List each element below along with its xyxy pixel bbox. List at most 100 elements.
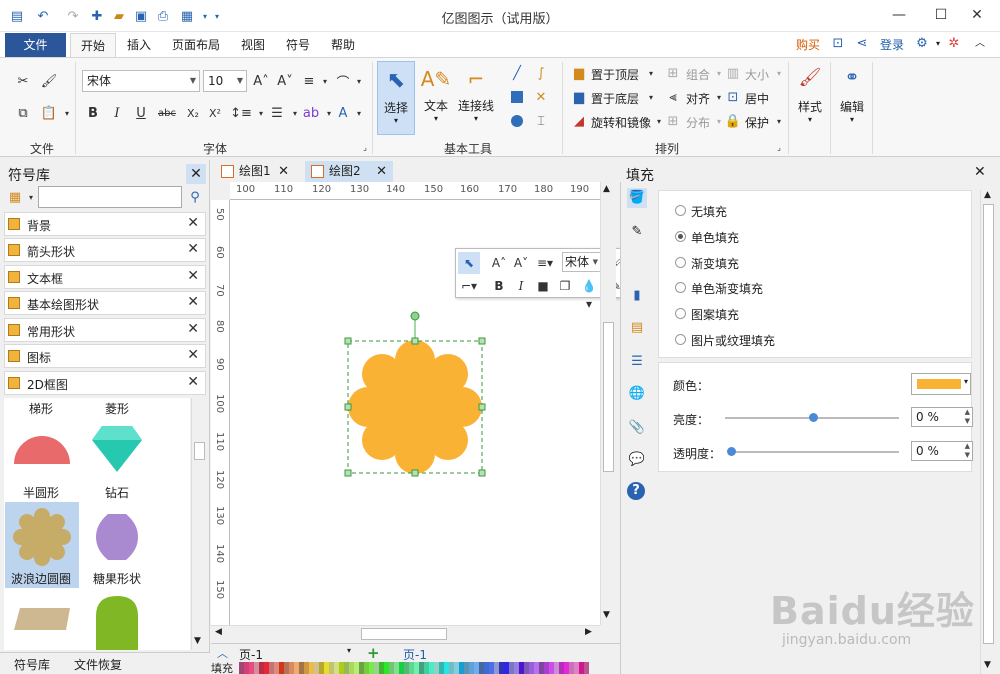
semicircle-shape[interactable] <box>12 432 72 466</box>
close-icon[interactable]: ✕ <box>187 321 199 337</box>
tab-symbol-library[interactable]: 符号库 <box>14 656 50 673</box>
library-category[interactable]: 基本绘图形状 ✕ <box>4 291 206 315</box>
close-icon[interactable]: ✕ <box>187 374 199 390</box>
text-tool-button[interactable]: A✎ 文本 ▾ <box>418 61 454 135</box>
shadow-icon[interactable]: ❐ <box>556 277 574 295</box>
radio-pattern-fill[interactable] <box>675 308 686 319</box>
underline-icon[interactable]: U <box>132 104 150 122</box>
candy-shape[interactable] <box>92 508 142 566</box>
align-icon[interactable]: ⫷ <box>664 88 682 106</box>
trapezoid-shape[interactable] <box>12 606 72 632</box>
library-category[interactable]: 2D框图 ✕ <box>4 371 206 395</box>
scroll-right-icon[interactable]: ▶ <box>585 627 592 637</box>
chevron-down-icon[interactable]: ▾ <box>347 646 351 655</box>
page-up-icon[interactable]: ︿ <box>217 645 228 661</box>
font-name-select[interactable]: 宋体 ▼ <box>82 70 200 92</box>
tab-help[interactable]: 帮助 <box>322 33 364 57</box>
canvas-vertical-scrollbar[interactable]: ▲ ▼ <box>600 182 616 625</box>
align-label[interactable]: 对齐 <box>686 90 710 107</box>
distribute-icon[interactable]: ⊞ <box>664 112 682 130</box>
scroll-down-icon[interactable]: ▼ <box>984 660 991 670</box>
center-label[interactable]: 居中 <box>745 90 769 107</box>
share-screen-icon[interactable]: ⊡ <box>830 36 846 52</box>
align-text-icon[interactable]: ≡▾ <box>536 254 554 272</box>
center-icon[interactable]: ⊡ <box>724 88 742 106</box>
arc-tool-icon[interactable]: ∫ <box>532 64 550 82</box>
add-page-icon[interactable]: + <box>367 644 380 662</box>
font-color-dropdown-icon[interactable]: ▾ <box>350 104 368 122</box>
hyperlink-globe-icon[interactable]: 🌐 <box>627 384 647 404</box>
settings-gear-icon[interactable]: ⚙ <box>914 36 930 52</box>
send-back-label[interactable]: 置于底层 <box>591 90 639 107</box>
rounded-tab-shape[interactable] <box>94 594 140 650</box>
shadow-panel-icon[interactable]: ▮ <box>627 286 647 306</box>
pointer-icon[interactable]: ⬉ <box>458 252 480 274</box>
connector-tool-button[interactable]: ⌐ 连接线 ▾ <box>456 61 496 135</box>
close-icon[interactable]: ✕ <box>376 161 387 182</box>
close-icon[interactable]: ✕ <box>187 241 199 257</box>
radio-solid-fill[interactable] <box>675 231 686 242</box>
paste-icon[interactable]: 📋 <box>40 104 58 122</box>
fill-color-icon[interactable]: 💧▾ <box>580 277 598 311</box>
group-label[interactable]: 组合 <box>686 66 710 83</box>
font-size-select[interactable]: 10 ▼ <box>203 70 247 92</box>
fill-bucket-icon[interactable]: 🪣 <box>627 188 647 208</box>
spin-arrows-icon[interactable]: ▲ ▼ <box>965 442 970 460</box>
bullets-icon[interactable]: ☰ <box>268 104 286 122</box>
tab-file-recovery[interactable]: 文件恢复 <box>74 656 122 673</box>
superscript-icon[interactable]: X² <box>206 104 224 122</box>
color-swatches[interactable] <box>239 662 589 674</box>
select-tool-button[interactable]: ⬉ 选择 ▾ <box>377 61 415 135</box>
close-window-button[interactable]: ✕ <box>962 4 992 26</box>
wavy-circle-shape[interactable] <box>13 508 71 566</box>
tab-symbol[interactable]: 符号 <box>278 33 318 57</box>
scroll-thumb[interactable] <box>194 442 205 460</box>
subscript-icon[interactable]: X₂ <box>184 104 202 122</box>
italic-icon[interactable]: I <box>512 277 530 295</box>
close-icon[interactable]: ✕ <box>187 347 199 363</box>
library-search-input[interactable] <box>38 186 182 208</box>
library-category[interactable]: 常用形状 ✕ <box>4 318 206 342</box>
grow-font-icon[interactable]: A˄ <box>252 72 270 90</box>
radio-single-gradient-fill[interactable] <box>675 282 686 293</box>
document-tab[interactable]: 绘图1 ✕ <box>215 161 295 182</box>
brightness-slider-thumb[interactable] <box>809 413 818 422</box>
fill-panel-scrollbar[interactable]: ▲ ▼ <box>980 190 996 674</box>
minimize-button[interactable]: — <box>884 4 914 26</box>
rotate-mirror-label[interactable]: 旋转和镜像 <box>591 114 651 131</box>
diamond-shape[interactable] <box>90 424 144 474</box>
search-icon[interactable]: ⚲ <box>186 188 204 206</box>
line-spacing-icon[interactable]: ↕≡ <box>230 104 252 122</box>
library-category[interactable]: 背景 ✕ <box>4 212 206 236</box>
canvas-horizontal-scrollbar[interactable]: ◀ ▶ <box>211 625 600 642</box>
color-swatch-cell[interactable] <box>584 662 589 674</box>
paste-dropdown-icon[interactable]: ▾ <box>58 104 76 122</box>
tab-file[interactable]: 文件 <box>5 33 66 57</box>
rotate-mirror-icon[interactable]: ◢ <box>570 112 588 130</box>
brightness-value-input[interactable]: 0 % ▲ ▼ <box>911 407 973 427</box>
shrink-font-icon[interactable]: A˅ <box>276 72 294 90</box>
scroll-down-icon[interactable]: ▼ <box>603 610 610 620</box>
lock-icon[interactable]: 🔒 <box>724 112 742 130</box>
library-scrollbar[interactable]: ▼ <box>191 398 206 650</box>
close-icon[interactable]: ✕ <box>187 268 199 284</box>
document-tab-active[interactable]: 绘图2 ✕ <box>305 161 393 182</box>
format-painter-icon[interactable]: 🖌 <box>40 72 58 90</box>
send-back-icon[interactable]: ▆ <box>570 88 588 106</box>
buy-link[interactable]: 购买 <box>796 36 820 53</box>
group-icon[interactable]: ⊞ <box>664 64 682 82</box>
mini-font-select[interactable]: 宋体 ▼ <box>562 252 602 272</box>
tab-insert[interactable]: 插入 <box>118 33 160 57</box>
scroll-thumb[interactable] <box>361 628 447 640</box>
crop-tool-icon[interactable]: ⌶ <box>532 112 550 130</box>
shrink-font-icon[interactable]: A˅ <box>512 254 530 272</box>
page-selector[interactable]: 页-1 <box>239 646 263 663</box>
arrange-dialog-launcher-icon[interactable]: ⌟ <box>770 138 788 156</box>
stop-icon[interactable]: ■ <box>534 277 552 295</box>
italic-icon[interactable]: I <box>108 104 126 122</box>
attachment-icon[interactable]: 📎 <box>627 418 647 438</box>
tab-view[interactable]: 视图 <box>232 33 274 57</box>
transparency-slider-thumb[interactable] <box>727 447 736 456</box>
scroll-thumb[interactable] <box>603 322 614 472</box>
comment-icon[interactable]: 💬 <box>627 450 647 470</box>
